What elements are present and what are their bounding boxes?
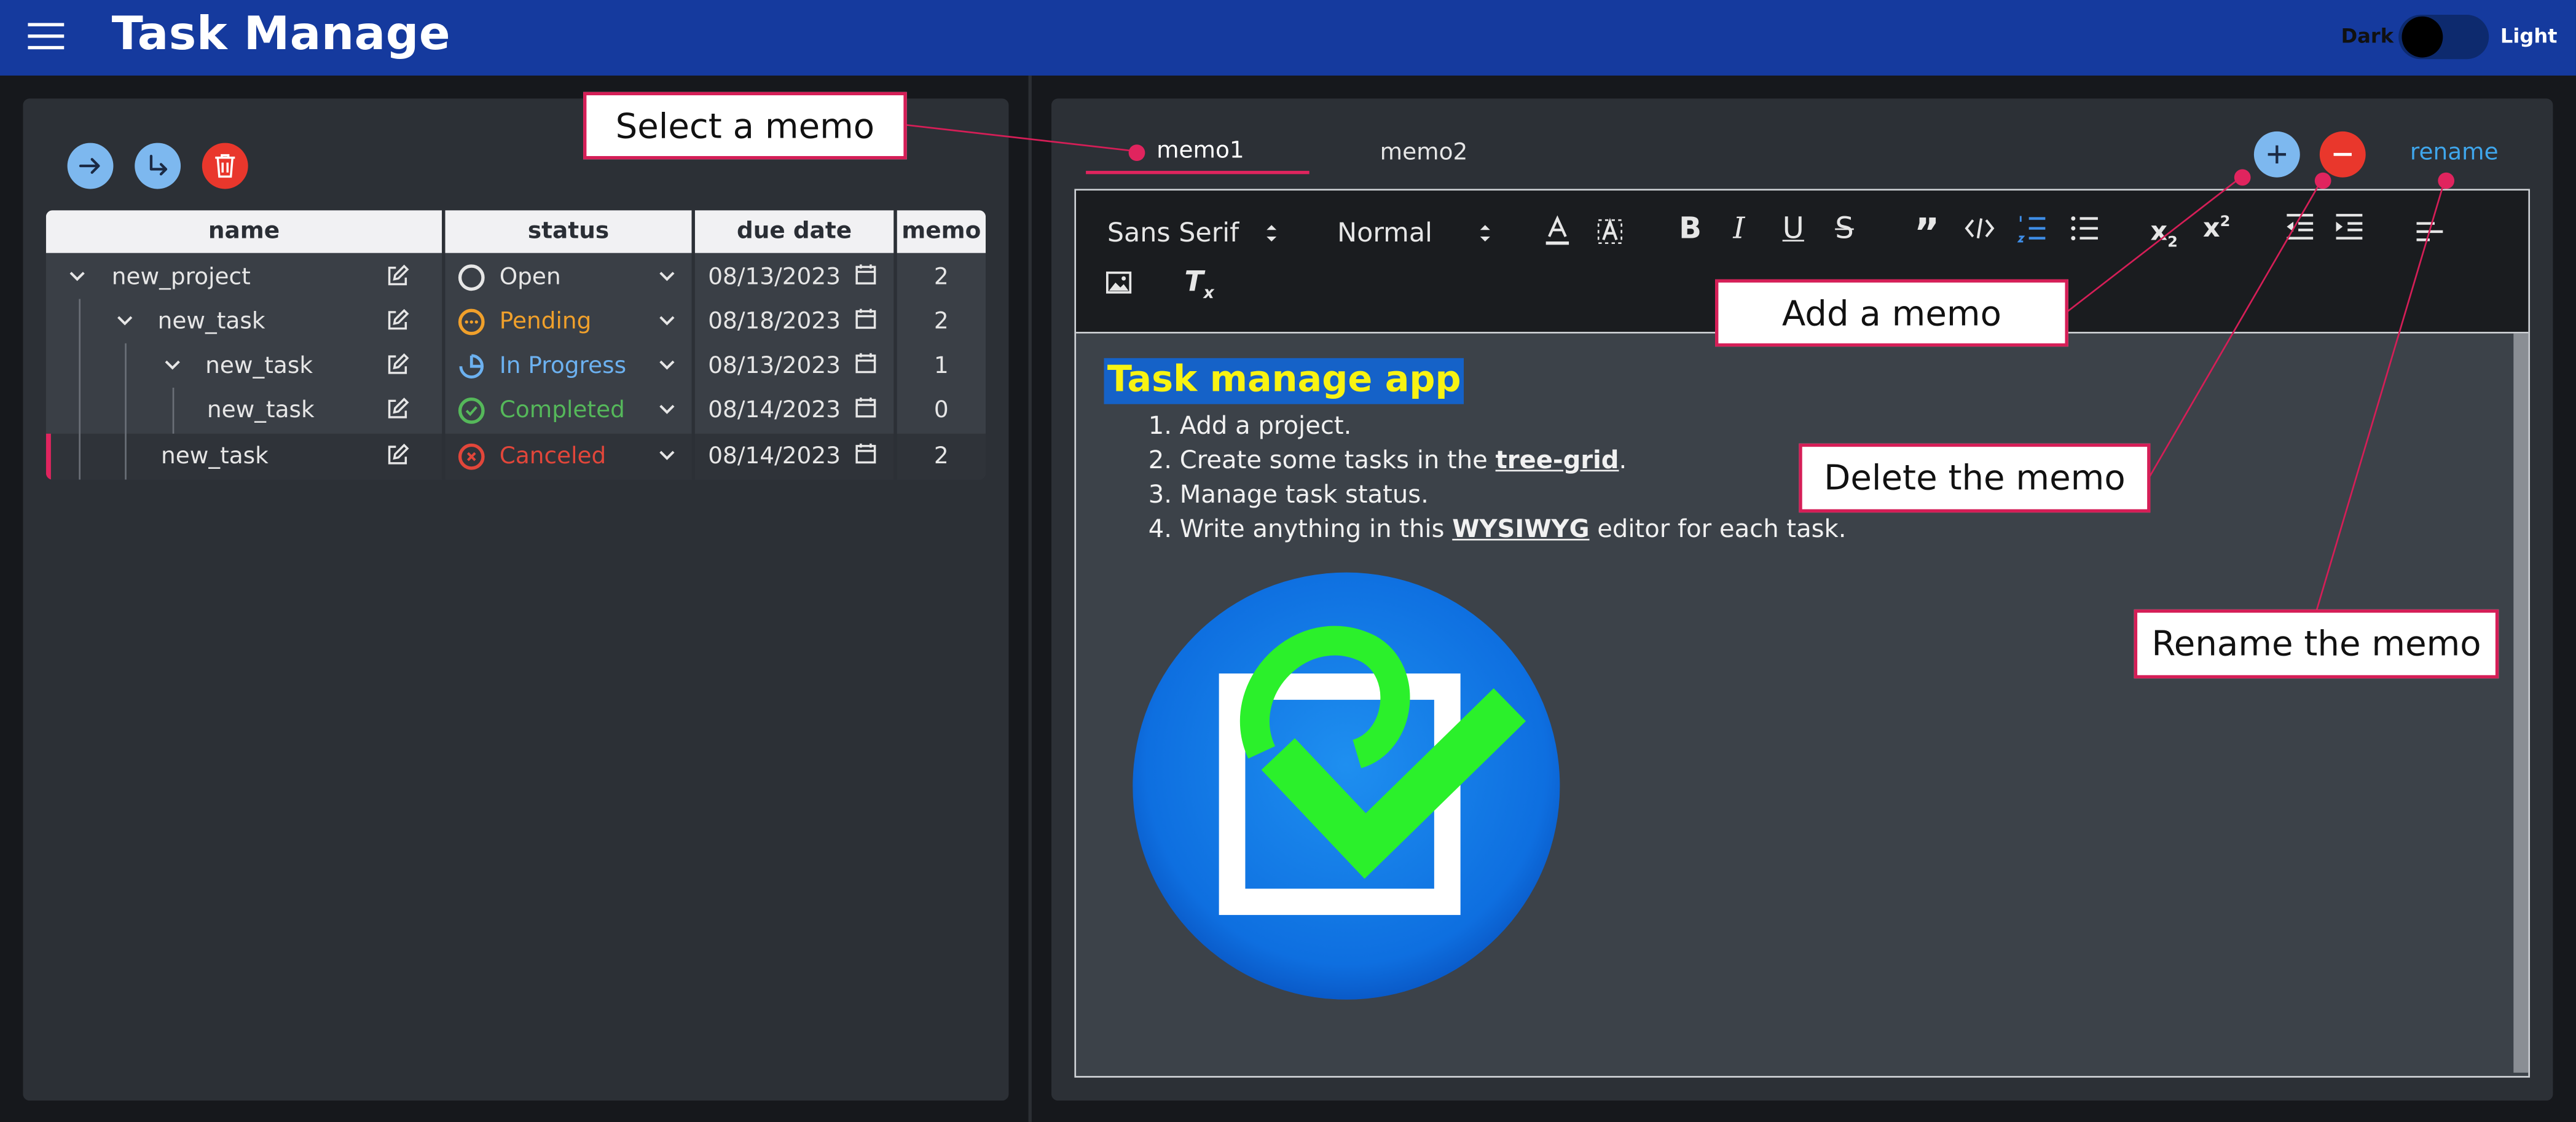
callout-select-memo: Select a memo [583, 92, 907, 160]
callout-dot [2314, 172, 2331, 189]
callout-add-memo: Add a memo [1715, 279, 2068, 347]
callout-dot [1128, 144, 1145, 161]
callout-dot [2234, 169, 2251, 186]
callout-dot [2438, 172, 2455, 189]
callout-rename-memo: Rename the memo [2134, 609, 2499, 679]
callout-connectors [905, 124, 2446, 611]
callout-delete-memo: Delete the memo [1799, 443, 2151, 513]
